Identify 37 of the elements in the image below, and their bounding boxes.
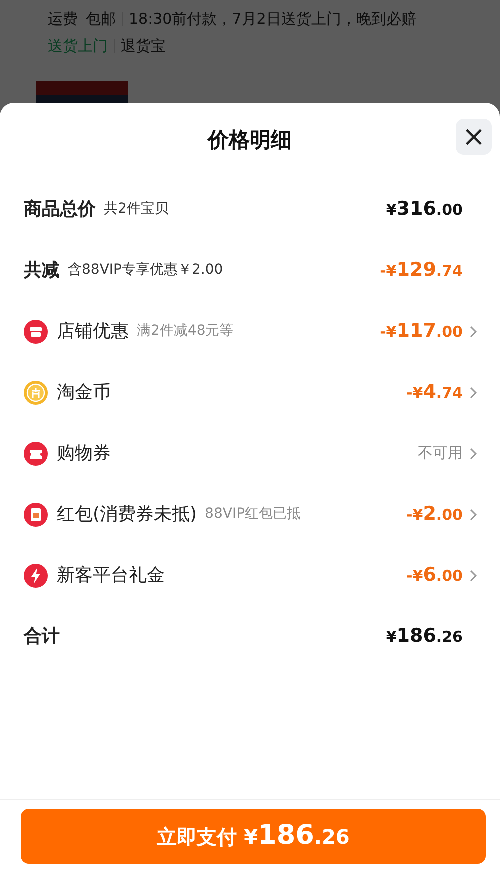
row-amount: -¥117.00 [380, 319, 463, 344]
shop-icon [24, 320, 48, 344]
sheet-title: 价格明细 [208, 127, 292, 154]
coin-icon [24, 380, 48, 404]
chevron-icon[interactable] [469, 568, 478, 582]
row-note: 含88VIP专享优惠￥2.00 [68, 261, 224, 280]
chevron-icon[interactable] [469, 386, 478, 400]
row-amount: ¥186.26 [386, 624, 463, 650]
row-label: 淘金币 [57, 381, 111, 405]
row-label: 新客平台礼金 [57, 564, 165, 588]
shipping-label: 运费 [48, 9, 78, 30]
lightning-icon [24, 564, 48, 588]
service-tag: 送货上门 [48, 34, 108, 57]
row-note: 满2件减48元等 [137, 322, 234, 341]
row-amount: -¥4.74 [406, 380, 463, 406]
ticket-icon [24, 442, 48, 466]
envelope-icon [24, 502, 48, 526]
row-amount: -¥6.00 [406, 563, 463, 588]
row-label: 共减 [24, 259, 60, 283]
row-amount: ¥316.00 [386, 197, 463, 222]
chevron-icon[interactable] [469, 446, 478, 460]
service-tag: 退货宝 [121, 34, 166, 57]
row-label: 购物券 [57, 442, 111, 466]
row-note: 88VIP红包已抵 [205, 505, 302, 524]
row-label: 红包(消费券未抵) [57, 503, 198, 527]
row-label: 店铺优惠 [57, 320, 129, 344]
shipping-value: 包邮 [86, 9, 116, 30]
row-amount: -¥129.74 [380, 258, 463, 284]
chevron-icon[interactable] [469, 508, 478, 522]
close-button[interactable]: × [456, 119, 492, 155]
chevron-icon[interactable] [469, 324, 478, 338]
row-amount: 不可用 [418, 443, 463, 464]
row-note: 共2件宝贝 [104, 200, 169, 219]
row-label: 商品总价 [24, 198, 96, 222]
row-label: 合计 [24, 625, 60, 649]
row-amount: -¥2.00 [406, 502, 463, 528]
delivery-note: 18:30前付款，7月2日送货上门，晚到必赔 [129, 9, 416, 30]
